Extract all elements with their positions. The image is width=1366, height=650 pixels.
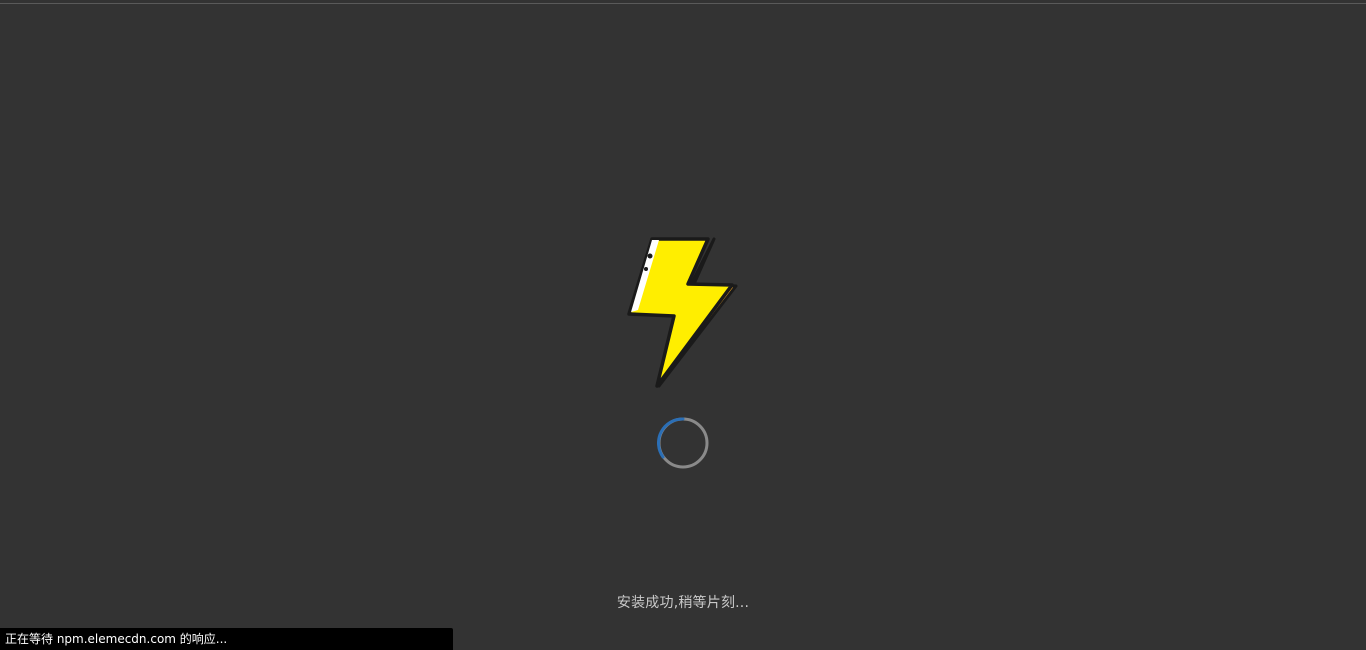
top-border xyxy=(0,3,1366,4)
lightning-bolt-icon xyxy=(627,237,738,388)
loading-page: 安装成功,稍等片刻... 正在等待 npm.elemecdn.com 的响应..… xyxy=(0,0,1366,650)
install-success-message: 安装成功,稍等片刻... xyxy=(616,595,750,611)
browser-status-bar: 正在等待 npm.elemecdn.com 的响应... xyxy=(0,628,453,650)
loading-spinner-icon xyxy=(657,417,709,469)
